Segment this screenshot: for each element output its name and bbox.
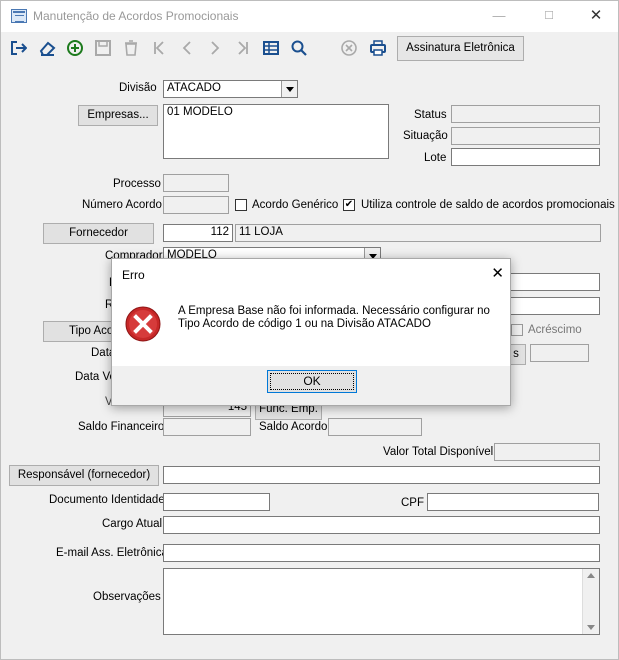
observacoes-textarea[interactable] <box>163 568 600 635</box>
minimize-icon[interactable]: — <box>484 6 514 26</box>
controle-saldo-checkbox[interactable]: ✔ <box>343 199 355 211</box>
eraser-icon[interactable] <box>34 35 60 61</box>
chevron-down-icon[interactable] <box>281 81 297 97</box>
fornecedor-name-field: 11 LOJA <box>235 224 601 242</box>
delete-icon[interactable] <box>118 35 144 61</box>
cpf-field[interactable] <box>427 493 599 511</box>
fornecedor-button[interactable]: Fornecedor <box>43 223 154 244</box>
d-right-field[interactable] <box>508 273 600 291</box>
window-title: Manutenção de Acordos Promocionais <box>33 9 239 23</box>
scrollbar[interactable] <box>582 569 599 634</box>
first-record-icon[interactable] <box>146 35 172 61</box>
processo-label: Processo <box>113 178 161 190</box>
save-icon[interactable] <box>90 35 116 61</box>
title-bar: Manutenção de Acordos Promocionais — ☐ ✕ <box>1 1 618 32</box>
app-icon <box>11 9 27 23</box>
maximize-icon[interactable]: ☐ <box>534 6 564 26</box>
divisao-label: Divisão <box>119 82 157 94</box>
tipo-acordo-button[interactable]: Tipo Acor <box>43 321 117 342</box>
last-record-icon[interactable] <box>230 35 256 61</box>
exit-icon[interactable] <box>5 35 31 61</box>
empresa-item[interactable]: 01 MODELO <box>167 106 233 118</box>
ok-button[interactable]: OK <box>267 370 357 393</box>
lote-field[interactable] <box>451 148 600 166</box>
documento-field[interactable] <box>163 493 270 511</box>
cpf-label: CPF <box>401 497 424 509</box>
controle-saldo-label: Utiliza controle de saldo de acordos pro… <box>361 199 615 211</box>
valor-total-field <box>494 443 600 461</box>
dialog-message: A Empresa Base não foi informada. Necess… <box>178 305 490 330</box>
numero-acordo-field <box>163 196 229 214</box>
numero-acordo-label: Número Acordo <box>82 199 162 211</box>
divisao-select[interactable]: ATACADO <box>163 80 298 98</box>
observacoes-label: Observações <box>93 591 161 603</box>
acrescimo-checkbox[interactable] <box>511 324 523 336</box>
search-icon[interactable] <box>286 35 312 61</box>
grid-icon[interactable] <box>258 35 284 61</box>
previous-record-icon[interactable] <box>174 35 200 61</box>
data-vencimento-label: Data Ve <box>75 371 116 383</box>
close-icon[interactable]: ✕ <box>581 6 611 26</box>
cargo-field[interactable] <box>163 516 600 534</box>
situacao-label: Situação <box>403 130 448 142</box>
print-icon[interactable] <box>365 35 391 61</box>
cargo-label: Cargo Atual <box>102 518 163 530</box>
valor-total-label: Valor Total Disponível <box>383 446 494 458</box>
dialog-close-icon[interactable]: ✕ <box>491 264 504 282</box>
status-field <box>451 105 600 123</box>
scroll-up-icon[interactable] <box>587 573 595 578</box>
dialog-title-bar: Erro ✕ <box>112 259 510 290</box>
status-label: Status <box>414 109 447 121</box>
email-field[interactable] <box>163 544 600 562</box>
error-icon <box>125 306 161 342</box>
saldo-acordo-label: Saldo Acordo <box>259 421 328 433</box>
main-window: Manutenção de Acordos Promocionais — ☐ ✕… <box>0 0 619 660</box>
error-dialog: Erro ✕ A Empresa Base não foi informada.… <box>111 258 511 406</box>
responsavel-field[interactable] <box>163 466 600 484</box>
divisao-value: ATACADO <box>167 82 221 94</box>
dialog-body: A Empresa Base não foi informada. Necess… <box>112 290 510 366</box>
dialog-title: Erro <box>122 268 145 282</box>
toolbar: Assinatura Eletrônica <box>1 32 618 66</box>
acordo-generico-label: Acordo Genérico <box>252 199 339 211</box>
saldo-financeiro-field <box>163 418 251 436</box>
empresas-button[interactable]: Empresas... <box>78 105 158 126</box>
situacao-field <box>451 127 600 145</box>
documento-label: Documento Identidade <box>49 494 165 506</box>
ok-label: OK <box>303 374 321 388</box>
processo-field <box>163 174 229 192</box>
saldo-financeiro-label: Saldo Financeiro <box>78 421 165 433</box>
add-icon[interactable] <box>62 35 88 61</box>
acordo-generico-checkbox[interactable] <box>235 199 247 211</box>
fornecedor-code-field[interactable]: 112 <box>163 224 233 242</box>
lote-label: Lote <box>424 152 447 164</box>
responsavel-button[interactable]: Responsável (fornecedor) <box>9 465 159 486</box>
next-record-icon[interactable] <box>202 35 228 61</box>
acrescimo-label: Acréscimo <box>528 324 582 336</box>
empresas-list[interactable]: 01 MODELO <box>163 104 389 159</box>
email-label: E-mail Ass. Eletrônica <box>56 547 168 559</box>
r-right-field[interactable] <box>508 297 600 315</box>
cancel-icon[interactable] <box>336 35 362 61</box>
assinatura-eletronica-button[interactable]: Assinatura Eletrônica <box>397 36 524 61</box>
saldo-acordo-field <box>328 418 422 436</box>
s-field <box>530 344 589 362</box>
scroll-down-icon[interactable] <box>587 625 595 630</box>
